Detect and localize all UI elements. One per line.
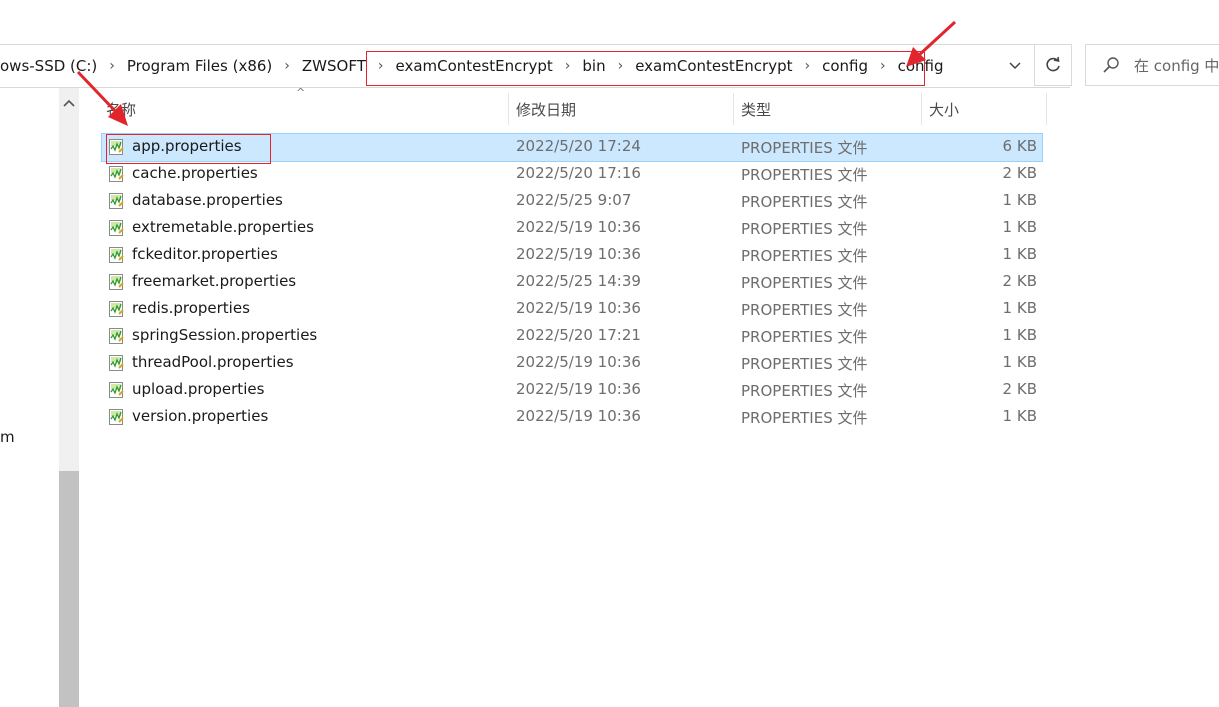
file-row[interactable]: springSession.properties 2022/5/20 17:21 P… [102, 323, 1042, 350]
properties-file-icon [109, 247, 124, 263]
file-date: 2022/5/19 10:36 [516, 380, 641, 398]
file-row[interactable]: freemarket.properties 2022/5/25 14:39 PROP… [102, 269, 1042, 296]
file-type: PROPERTIES 文件 [741, 166, 868, 184]
properties-file-icon [109, 409, 124, 425]
breadcrumb-item-zwsoft[interactable]: ZWSOFT [296, 57, 372, 75]
properties-file-icon [109, 355, 124, 371]
file-name: cache.properties [132, 164, 258, 182]
file-size: 1 KB [1002, 191, 1037, 209]
file-type: PROPERTIES 文件 [741, 274, 868, 292]
search-icon [1103, 57, 1119, 73]
properties-file-icon [109, 166, 124, 182]
column-divider[interactable] [508, 93, 509, 125]
file-name: freemarket.properties [132, 272, 297, 290]
file-date: 2022/5/25 14:39 [516, 272, 641, 290]
chevron-up-icon [63, 99, 75, 107]
file-row[interactable]: database.properties 2022/5/25 9:07 PROPERT… [102, 188, 1042, 215]
file-size: 2 KB [1002, 272, 1037, 290]
file-type: PROPERTIES 文件 [741, 220, 868, 238]
file-type: PROPERTIES 文件 [741, 355, 868, 373]
file-size: 1 KB [1002, 326, 1037, 344]
file-row[interactable]: cache.properties 2022/5/20 17:16 PROPERTIE… [102, 161, 1042, 188]
search-placeholder: 在 config 中 [1134, 56, 1219, 75]
file-size: 2 KB [1002, 380, 1037, 398]
file-date: 2022/5/19 10:36 [516, 218, 641, 236]
chevron-right-icon[interactable]: › [103, 58, 121, 74]
breadcrumb-item-program-files[interactable]: Program Files (x86) [121, 57, 278, 75]
file-type: PROPERTIES 文件 [741, 247, 868, 265]
column-divider[interactable] [1046, 93, 1047, 125]
file-name: fckeditor.properties [132, 245, 278, 263]
column-header-name[interactable]: 名称 [106, 93, 136, 125]
file-name: upload.properties [132, 380, 265, 398]
properties-file-icon [109, 382, 124, 398]
file-size: 2 KB [1002, 164, 1037, 182]
column-divider[interactable] [733, 93, 734, 125]
column-divider[interactable] [921, 93, 922, 125]
file-name: extremetable.properties [132, 218, 314, 236]
file-size: 1 KB [1002, 353, 1037, 371]
file-size: 1 KB [1002, 299, 1037, 317]
properties-file-icon [109, 220, 124, 236]
file-row[interactable]: extremetable.properties 2022/5/19 10:36 PR… [102, 215, 1042, 242]
file-date: 2022/5/20 17:21 [516, 326, 641, 344]
file-row[interactable]: redis.properties 2022/5/19 10:36 PROPERTIE… [102, 296, 1042, 323]
search-input[interactable]: 在 config 中 [1085, 44, 1219, 86]
title-area [0, 0, 1219, 42]
column-header-size[interactable]: 大小 [929, 93, 959, 125]
file-date: 2022/5/25 9:07 [516, 191, 632, 209]
scroll-thumb[interactable] [59, 471, 79, 707]
chevron-right-icon[interactable]: › [278, 58, 296, 74]
file-row[interactable]: upload.properties 2022/5/19 10:36 PROPERTI… [102, 377, 1042, 404]
properties-file-icon [109, 328, 124, 344]
file-date: 2022/5/19 10:36 [516, 245, 641, 263]
file-date: 2022/5/20 17:24 [516, 137, 641, 155]
file-date: 2022/5/19 10:36 [516, 353, 641, 371]
address-history-button[interactable] [1003, 55, 1027, 77]
file-name: database.properties [132, 191, 283, 209]
breadcrumb-item-drive[interactable]: ows-SSD (C:) [0, 57, 103, 75]
chevron-down-icon [1009, 62, 1021, 70]
file-size: 6 KB [1002, 137, 1037, 155]
file-size: 1 KB [1002, 245, 1037, 263]
nav-scrollbar[interactable] [59, 88, 79, 707]
file-row[interactable]: fckeditor.properties 2022/5/19 10:36 PROPE… [102, 242, 1042, 269]
properties-file-icon [109, 301, 124, 317]
file-size: 1 KB [1002, 218, 1037, 236]
file-name: version.properties [132, 407, 269, 425]
column-header-type[interactable]: 类型 [741, 93, 771, 125]
refresh-icon [1046, 56, 1060, 72]
file-date: 2022/5/19 10:36 [516, 407, 641, 425]
file-list: app.properties 2022/5/20 17:24 PROPERTIES … [101, 133, 1043, 431]
file-row[interactable]: version.properties 2022/5/19 10:36 PROPERT… [102, 404, 1042, 431]
refresh-button[interactable] [1034, 44, 1072, 86]
annotation-highlight-path [366, 51, 925, 86]
file-type: PROPERTIES 文件 [741, 409, 868, 427]
file-row[interactable]: threadPool.properties 2022/5/19 10:36 PROP… [102, 350, 1042, 377]
file-type: PROPERTIES 文件 [741, 301, 868, 319]
file-name: redis.properties [132, 299, 250, 317]
file-date: 2022/5/20 17:16 [516, 164, 641, 182]
file-name: springSession.properties [132, 326, 318, 344]
file-date: 2022/5/19 10:36 [516, 299, 641, 317]
file-type: PROPERTIES 文件 [741, 382, 868, 400]
scroll-up-button[interactable] [59, 94, 79, 112]
properties-file-icon [109, 193, 124, 209]
nav-item-label[interactable]: m [0, 428, 15, 446]
file-type: PROPERTIES 文件 [741, 139, 868, 157]
column-headers: 名称 修改日期 类型 大小 [102, 93, 1047, 125]
properties-file-icon [109, 274, 124, 290]
annotation-highlight-file [106, 134, 271, 164]
file-type: PROPERTIES 文件 [741, 193, 868, 211]
file-size: 1 KB [1002, 407, 1037, 425]
file-name: threadPool.properties [132, 353, 294, 371]
file-type: PROPERTIES 文件 [741, 328, 868, 346]
column-header-date[interactable]: 修改日期 [516, 93, 576, 125]
